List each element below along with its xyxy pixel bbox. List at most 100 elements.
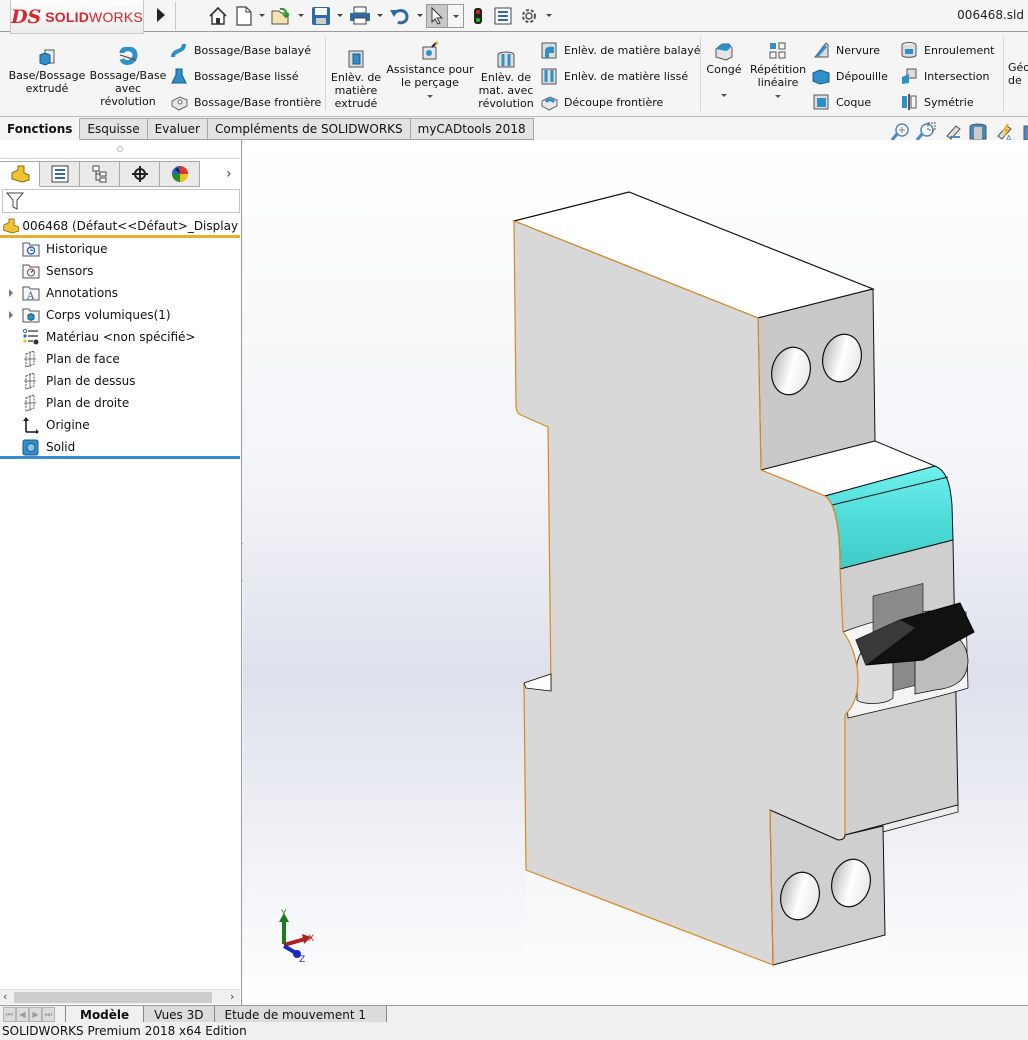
menu-expand-arrow-icon[interactable] bbox=[157, 8, 165, 22]
graphics-viewport[interactable]: Y X Z bbox=[243, 140, 1028, 1005]
swept-boss-button[interactable]: Bossage/Base balayé bbox=[170, 40, 311, 60]
configuration-manager-tab[interactable] bbox=[80, 161, 120, 187]
first-tab-icon[interactable]: ⏮ bbox=[3, 1007, 16, 1022]
tree-item-historique[interactable]: Historique bbox=[0, 238, 240, 260]
tab-complements[interactable]: Compléments de SOLIDWORKS bbox=[207, 118, 411, 140]
linear-pattern-dropdown-icon[interactable] bbox=[775, 95, 781, 98]
intersect-button[interactable]: Intersection bbox=[900, 66, 989, 86]
solidworks-logo[interactable]: DS SOLIDWORKS bbox=[10, 0, 144, 34]
revolve-cut-button[interactable]: Enlèv. de mat. avec révolution bbox=[478, 49, 534, 110]
tree-item-plan-de-droite[interactable]: Plan de droite bbox=[0, 392, 240, 414]
select-cursor-icon[interactable] bbox=[426, 4, 448, 28]
save-icon[interactable] bbox=[310, 4, 332, 28]
open-icon[interactable] bbox=[270, 4, 294, 28]
solid-bodies-folder-icon bbox=[22, 306, 40, 324]
tab-vues-3d[interactable]: Vues 3D bbox=[144, 1006, 215, 1023]
zoom-to-fit-icon[interactable] bbox=[890, 122, 910, 142]
undo-dropdown-icon[interactable] bbox=[417, 14, 423, 17]
swept-cut-button[interactable]: Enlèv. de matière balayé bbox=[540, 40, 701, 60]
panel-grip[interactable] bbox=[117, 146, 123, 152]
tree-item-mat-riau-non-sp-cifi[interactable]: Matériau <non spécifié> bbox=[0, 326, 240, 348]
section-view-icon[interactable] bbox=[968, 122, 988, 142]
tree-item-solid[interactable]: Solid bbox=[0, 436, 240, 458]
zoom-to-area-icon[interactable] bbox=[916, 122, 936, 142]
boundary-cut-button[interactable]: Découpe frontière bbox=[540, 92, 663, 112]
expand-arrow-icon[interactable] bbox=[0, 282, 22, 304]
mirror-icon bbox=[902, 94, 917, 110]
tree-item-label: Plan de droite bbox=[46, 396, 130, 410]
hole-wizard-icon bbox=[422, 41, 439, 60]
tab-esquisse[interactable]: Esquisse bbox=[80, 118, 148, 140]
tree-item-plan-de-dessus[interactable]: Plan de dessus bbox=[0, 370, 240, 392]
tree-item-plan-de-face[interactable]: Plan de face bbox=[0, 348, 240, 370]
undo-icon[interactable] bbox=[388, 4, 412, 28]
title-bar: DS SOLIDWORKS 006468.sld bbox=[0, 0, 1028, 34]
view-orientation-icon[interactable] bbox=[1020, 122, 1028, 142]
feature-manager-tab[interactable] bbox=[0, 161, 40, 187]
more-tabs-chevron-icon[interactable]: › bbox=[226, 166, 232, 182]
tab-fonctions[interactable]: Fonctions bbox=[0, 118, 81, 140]
draft-button[interactable]: Dépouille bbox=[812, 66, 888, 86]
tab-modele[interactable]: Modèle bbox=[65, 1006, 145, 1023]
rebuild-traffic-light-icon[interactable] bbox=[470, 4, 486, 28]
options-dropdown-icon[interactable] bbox=[546, 14, 552, 17]
hole-wizard-dropdown-icon[interactable] bbox=[427, 95, 433, 98]
new-dropdown-icon[interactable] bbox=[259, 14, 265, 17]
extrude-cut-button[interactable]: Enlèv. de matière extrudé bbox=[330, 49, 382, 110]
tree-item-origine[interactable]: Origine bbox=[0, 414, 240, 436]
linear-pattern-button[interactable]: Répétition linéaire bbox=[746, 41, 810, 98]
shell-button[interactable]: Coque bbox=[812, 92, 871, 112]
last-tab-icon[interactable]: ⏭ bbox=[42, 1007, 55, 1022]
boundary-boss-button[interactable]: Bossage/Base frontière bbox=[170, 92, 321, 112]
previous-tab-icon[interactable]: ◀ bbox=[16, 1007, 29, 1022]
extrude-boss-button[interactable]: Base/Bossage extrudé bbox=[8, 47, 86, 95]
origin-icon bbox=[22, 416, 40, 434]
lofted-boss-button[interactable]: Bossage/Base lissé bbox=[170, 66, 299, 86]
tab-evaluer[interactable]: Evaluer bbox=[147, 118, 208, 140]
tree-item-label: Sensors bbox=[46, 264, 94, 278]
wrap-button[interactable]: Enroulement bbox=[900, 40, 995, 60]
rib-button[interactable]: Nervure bbox=[812, 40, 880, 60]
tree-item-annotations[interactable]: A Annotations bbox=[0, 282, 240, 304]
dimxpert-tab[interactable] bbox=[120, 161, 160, 187]
print-icon[interactable] bbox=[348, 4, 372, 28]
file-properties-icon[interactable] bbox=[493, 4, 513, 28]
tree-root-part[interactable]: 006468 (Défaut<<Défaut>_Display State bbox=[0, 216, 240, 238]
new-document-icon[interactable] bbox=[234, 4, 254, 28]
expand-arrow-icon[interactable] bbox=[0, 304, 22, 326]
previous-view-icon[interactable] bbox=[942, 122, 962, 142]
display-manager-tab[interactable] bbox=[160, 161, 200, 187]
linear-pattern-icon bbox=[769, 42, 786, 59]
home-icon[interactable] bbox=[207, 4, 229, 28]
next-tab-icon[interactable]: ▶ bbox=[29, 1007, 42, 1022]
horizontal-scrollbar[interactable]: ‹ › bbox=[0, 989, 240, 1004]
open-dropdown-icon[interactable] bbox=[298, 14, 304, 17]
circuit-breaker-model[interactable]: Y X Z bbox=[243, 140, 1028, 1005]
scrollbar-thumb[interactable] bbox=[14, 992, 212, 1003]
tree-item-corps-volumiques-1[interactable]: Corps volumiques(1) bbox=[0, 304, 240, 326]
scroll-right-icon[interactable]: › bbox=[230, 990, 234, 1003]
revolve-cut-icon bbox=[497, 51, 515, 68]
tree-filter[interactable] bbox=[2, 189, 240, 213]
reference-geometry-button[interactable]: Géo de bbox=[1008, 61, 1028, 87]
save-dropdown-icon[interactable] bbox=[337, 14, 343, 17]
mirror-button[interactable]: Symétrie bbox=[900, 92, 974, 112]
options-gear-icon[interactable] bbox=[519, 4, 539, 28]
revolve-boss-button[interactable]: Bossage/Base avec révolution bbox=[88, 47, 168, 108]
lofted-cut-button[interactable]: Enlèv. de matière lissé bbox=[540, 66, 688, 86]
tree-item-sensors[interactable]: Sensors bbox=[0, 260, 240, 282]
hole-wizard-button[interactable]: Assistance pour le perçage bbox=[386, 41, 474, 98]
tab-mycadtools[interactable]: myCADtools 2018 bbox=[410, 118, 534, 140]
property-manager-tab[interactable] bbox=[40, 161, 80, 187]
print-dropdown-icon[interactable] bbox=[377, 14, 383, 17]
fillet-dropdown-icon[interactable] bbox=[721, 94, 727, 97]
dynamic-annotation-icon[interactable]: A bbox=[994, 122, 1014, 142]
tab-etude-de-mouvement[interactable]: Etude de mouvement 1 bbox=[214, 1006, 387, 1023]
scroll-left-icon[interactable]: ‹ bbox=[3, 990, 7, 1003]
draft-icon bbox=[812, 69, 830, 85]
filter-funnel-icon[interactable] bbox=[5, 191, 25, 211]
fillet-button[interactable]: Congé bbox=[704, 41, 744, 97]
select-dropdown-button[interactable] bbox=[448, 4, 464, 28]
